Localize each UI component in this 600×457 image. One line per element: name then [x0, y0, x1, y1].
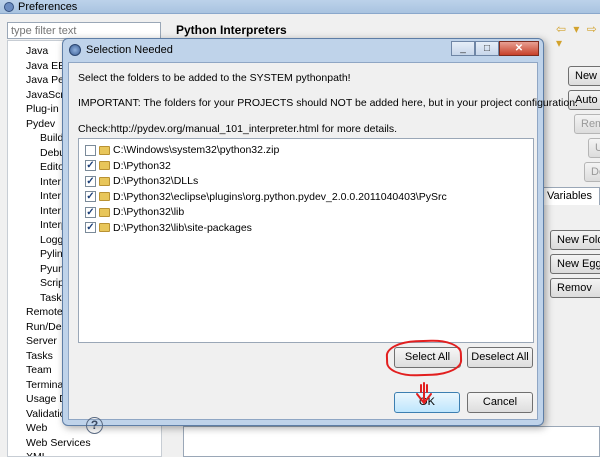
tree-item[interactable]: Inter — [40, 189, 61, 203]
new-folder-button[interactable]: New Fold — [550, 230, 600, 250]
preferences-title: Preferences — [18, 0, 78, 13]
tree-item[interactable]: Web — [26, 421, 47, 435]
folder-icon — [99, 192, 110, 201]
folder-path: C:\Windows\system32\python32.zip — [113, 144, 280, 156]
tree-item[interactable]: Java — [26, 44, 48, 58]
new-interpreter-button[interactable]: New — [568, 66, 600, 86]
folder-icon — [99, 161, 110, 170]
tree-item[interactable]: Inter — [40, 204, 61, 218]
folder-checkbox[interactable]: ✓ — [85, 175, 96, 187]
folder-icon — [99, 207, 110, 217]
filter-input[interactable] — [7, 22, 161, 39]
bottom-panel — [183, 426, 600, 457]
dialog-titlebar: Selection Needed _ □ ✕ — [63, 39, 543, 61]
cancel-button[interactable]: Cancel — [467, 392, 533, 413]
folder-checkbox[interactable]: ✓ — [85, 191, 96, 202]
tree-item[interactable]: Team — [26, 363, 52, 377]
maximize-icon[interactable]: □ — [475, 41, 499, 56]
tree-item[interactable]: Java EE — [26, 59, 65, 73]
message-important: IMPORTANT: The folders for your PROJECTS… — [78, 97, 578, 109]
folder-list: C:\Windows\system32\python32.zip ✓ D:\Pyth… — [78, 138, 534, 343]
remove-interpreter-button[interactable]: Remo — [574, 114, 600, 134]
tree-item[interactable]: Web Services — [26, 436, 91, 450]
annotation-arrow-icon — [416, 382, 432, 405]
folder-row[interactable]: ✓ D:\Python32\eclipse\plugins\org.python.… — [85, 190, 447, 204]
folder-row[interactable]: ✓ D:\Python32\lib — [85, 205, 184, 219]
tree-item[interactable]: XML — [26, 450, 48, 456]
tree-item[interactable]: Edito — [40, 160, 64, 174]
down-button[interactable]: Dow — [584, 162, 600, 182]
minimize-icon[interactable]: _ — [451, 41, 475, 56]
remove-lib-button[interactable]: Remov — [550, 278, 600, 298]
tree-item[interactable]: Scrip — [40, 276, 64, 290]
folder-path: D:\Python32\DLLs — [113, 175, 199, 187]
folder-icon — [99, 223, 110, 232]
tree-item[interactable]: Logg — [40, 233, 63, 247]
selection-needed-dialog: Selection Needed _ □ ✕ Select the folder… — [62, 38, 578, 434]
window-controls: _ □ ✕ — [451, 41, 539, 56]
folder-row[interactable]: ✓ D:\Python32 — [85, 159, 171, 173]
folder-checkbox[interactable]: ✓ — [85, 160, 96, 171]
folder-icon — [99, 145, 110, 155]
folder-row[interactable]: ✓ D:\Python32\lib\site-packages — [85, 221, 252, 235]
folder-checkbox[interactable]: ✓ — [85, 222, 96, 233]
folder-checkbox[interactable]: ✓ — [85, 206, 96, 218]
help-icon[interactable]: ? — [86, 417, 103, 434]
tree-item[interactable]: Pydev — [26, 117, 55, 131]
tree-item[interactable]: Validatio — [26, 407, 66, 421]
folder-path: D:\Python32\eclipse\plugins\org.python.p… — [113, 190, 447, 203]
dialog-title: Selection Needed — [86, 44, 173, 56]
folder-path: D:\Python32 — [113, 159, 171, 172]
tree-item[interactable]: Usage D — [26, 392, 67, 406]
folder-row[interactable]: C:\Windows\system32\python32.zip — [85, 143, 279, 157]
tree-item[interactable]: Server — [26, 334, 57, 348]
message-check: Check:http://pydev.org/manual_101_interp… — [78, 123, 398, 135]
folder-row[interactable]: ✓ D:\Python32\DLLs — [85, 174, 198, 188]
tree-item[interactable]: Task — [40, 291, 62, 305]
preferences-titlebar: Preferences — [0, 0, 600, 14]
deselect-all-button[interactable]: Deselect All — [467, 347, 533, 368]
folder-path: D:\Python32\lib\site-packages — [113, 221, 252, 234]
page-title: Python Interpreters — [176, 23, 287, 37]
message-select: Select the folders to be added to the SY… — [78, 72, 351, 84]
tree-item[interactable]: JavaScri — [26, 88, 66, 102]
dialog-body: Select the folders to be added to the SY… — [68, 62, 578, 434]
folder-path: D:\Python32\lib — [113, 206, 185, 218]
tree-item[interactable]: Inter — [40, 175, 61, 189]
eclipse-icon — [4, 1, 14, 12]
new-egg-button[interactable]: New Egg/Z — [550, 254, 600, 274]
tree-item[interactable]: Build — [40, 131, 63, 145]
eclipse-icon — [69, 44, 81, 56]
tree-item[interactable]: Remote — [26, 305, 63, 319]
close-icon[interactable]: ✕ — [499, 41, 539, 56]
folder-icon — [99, 176, 110, 186]
tree-item[interactable]: Tasks — [26, 349, 53, 363]
annotation-circle — [385, 338, 463, 378]
up-button[interactable]: Up — [588, 138, 600, 158]
tree-item[interactable]: Termina — [26, 378, 63, 392]
folder-checkbox[interactable] — [85, 144, 96, 156]
tab-variables[interactable]: Variables — [542, 187, 600, 205]
